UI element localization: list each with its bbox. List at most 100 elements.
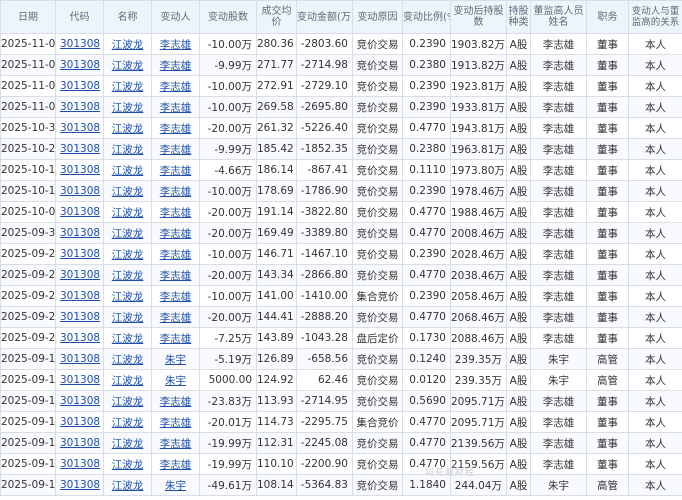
stock-name-link[interactable]: 江波龙: [112, 102, 144, 114]
relationship-cell: 本人: [628, 264, 682, 286]
person-link[interactable]: 朱宇: [165, 354, 186, 366]
stock-code-link-cell: 301308: [55, 474, 104, 496]
stock-code-link[interactable]: 301308: [60, 164, 100, 176]
stock-name-link[interactable]: 江波龙: [112, 123, 144, 135]
person-link[interactable]: 李志雄: [160, 291, 192, 303]
stock-code-link[interactable]: 301308: [60, 185, 100, 197]
header-position[interactable]: 职务: [586, 0, 629, 34]
person-link[interactable]: 李志雄: [160, 459, 192, 471]
header-name[interactable]: 名称: [103, 0, 152, 34]
change-ratio-cell: 0.4770: [402, 264, 451, 286]
position-cell: 董事: [586, 432, 629, 454]
person-link[interactable]: 李志雄: [160, 417, 192, 429]
person-link[interactable]: 李志雄: [160, 249, 192, 261]
header-shares-changed[interactable]: 变动股数: [199, 0, 257, 34]
stock-name-link[interactable]: 江波龙: [112, 207, 144, 219]
person-link[interactable]: 李志雄: [160, 186, 192, 198]
person-link[interactable]: 李志雄: [160, 39, 192, 51]
stock-name-link[interactable]: 江波龙: [112, 396, 144, 408]
shares-after-cell: 2139.56万: [450, 432, 507, 454]
shares-changed-cell: -23.83万: [199, 390, 257, 412]
stock-code-link[interactable]: 301308: [60, 332, 100, 344]
amount-changed-cell: -3389.80: [296, 222, 353, 244]
stock-code-link[interactable]: 301308: [60, 374, 100, 386]
person-link[interactable]: 李志雄: [160, 144, 192, 156]
stock-name-link[interactable]: 江波龙: [112, 480, 144, 492]
stock-name-link[interactable]: 江波龙: [112, 270, 144, 282]
stock-name-link[interactable]: 江波龙: [112, 165, 144, 177]
header-code[interactable]: 代码: [55, 0, 104, 34]
stock-code-link-cell: 301308: [55, 432, 104, 454]
stock-name-link[interactable]: 江波龙: [112, 459, 144, 471]
stock-code-link[interactable]: 301308: [60, 206, 100, 218]
stock-code-link[interactable]: 301308: [60, 458, 100, 470]
person-link[interactable]: 李志雄: [160, 228, 192, 240]
stock-name-link[interactable]: 江波龙: [112, 291, 144, 303]
person-link[interactable]: 李志雄: [160, 60, 192, 72]
person-link-cell: 李志雄: [151, 285, 200, 307]
header-change-ratio[interactable]: 变动比例(‰): [402, 0, 451, 34]
person-link[interactable]: 朱宇: [165, 480, 186, 492]
stock-code-link[interactable]: 301308: [60, 59, 100, 71]
stock-name-link[interactable]: 江波龙: [112, 333, 144, 345]
stock-code-link[interactable]: 301308: [60, 479, 100, 491]
person-link[interactable]: 朱宇: [165, 375, 186, 387]
header-amount-changed[interactable]: 变动金额(万): [296, 0, 353, 34]
person-link[interactable]: 李志雄: [160, 270, 192, 282]
header-avg-price[interactable]: 成交均价: [256, 0, 297, 34]
header-person[interactable]: 变动人: [151, 0, 200, 34]
person-link[interactable]: 李志雄: [160, 123, 192, 135]
stock-name-link[interactable]: 江波龙: [112, 81, 144, 93]
person-link[interactable]: 李志雄: [160, 165, 192, 177]
avg-price-cell: 186.14: [256, 159, 297, 181]
stock-code-link[interactable]: 301308: [60, 101, 100, 113]
person-link[interactable]: 李志雄: [160, 81, 192, 93]
person-link[interactable]: 李志雄: [160, 438, 192, 450]
header-executive-name[interactable]: 董监高人员姓名: [530, 0, 587, 34]
stock-code-link[interactable]: 301308: [60, 416, 100, 428]
shares-changed-cell: -20.00万: [199, 117, 257, 139]
stock-code-link[interactable]: 301308: [60, 143, 100, 155]
stock-code-link[interactable]: 301308: [60, 395, 100, 407]
stock-name-link[interactable]: 江波龙: [112, 375, 144, 387]
shares-after-cell: 2008.46万: [450, 222, 507, 244]
person-link[interactable]: 李志雄: [160, 207, 192, 219]
stock-name-link[interactable]: 江波龙: [112, 438, 144, 450]
header-relationship[interactable]: 变动人与董监高的关系: [628, 0, 682, 34]
stock-name-link[interactable]: 江波龙: [112, 186, 144, 198]
shares-changed-cell: -20.00万: [199, 201, 257, 223]
stock-code-link[interactable]: 301308: [60, 248, 100, 260]
stock-code-link[interactable]: 301308: [60, 353, 100, 365]
header-change-reason[interactable]: 变动原因: [352, 0, 403, 34]
change-ratio-cell: 0.2390: [402, 243, 451, 265]
person-link[interactable]: 李志雄: [160, 396, 192, 408]
stock-code-link[interactable]: 301308: [60, 311, 100, 323]
stock-name-link[interactable]: 江波龙: [112, 39, 144, 51]
header-date[interactable]: 日期: [0, 0, 56, 34]
stock-name-link[interactable]: 江波龙: [112, 60, 144, 72]
stock-code-link[interactable]: 301308: [60, 227, 100, 239]
stock-name-link[interactable]: 江波龙: [112, 312, 144, 324]
avg-price-cell: 178.69: [256, 180, 297, 202]
date-cell: 2025-09-17: [0, 411, 56, 433]
stock-code-link[interactable]: 301308: [60, 80, 100, 92]
position-cell: 董事: [586, 201, 629, 223]
stock-name-link[interactable]: 江波龙: [112, 249, 144, 261]
header-shares-after[interactable]: 变动后持股数: [450, 0, 507, 34]
person-link[interactable]: 李志雄: [160, 102, 192, 114]
header-share-type[interactable]: 持股种类: [506, 0, 531, 34]
stock-name-link[interactable]: 江波龙: [112, 228, 144, 240]
stock-code-link[interactable]: 301308: [60, 269, 100, 281]
stock-code-link[interactable]: 301308: [60, 290, 100, 302]
stock-name-link[interactable]: 江波龙: [112, 144, 144, 156]
stock-name-link[interactable]: 江波龙: [112, 417, 144, 429]
amount-changed-cell: -2714.98: [296, 54, 353, 76]
stock-code-link[interactable]: 301308: [60, 38, 100, 50]
stock-code-link[interactable]: 301308: [60, 437, 100, 449]
stock-code-link-cell: 301308: [55, 285, 104, 307]
stock-code-link[interactable]: 301308: [60, 122, 100, 134]
person-link[interactable]: 李志雄: [160, 333, 192, 345]
stock-name-link[interactable]: 江波龙: [112, 354, 144, 366]
stock-code-link-cell: 301308: [55, 264, 104, 286]
person-link[interactable]: 李志雄: [160, 312, 192, 324]
